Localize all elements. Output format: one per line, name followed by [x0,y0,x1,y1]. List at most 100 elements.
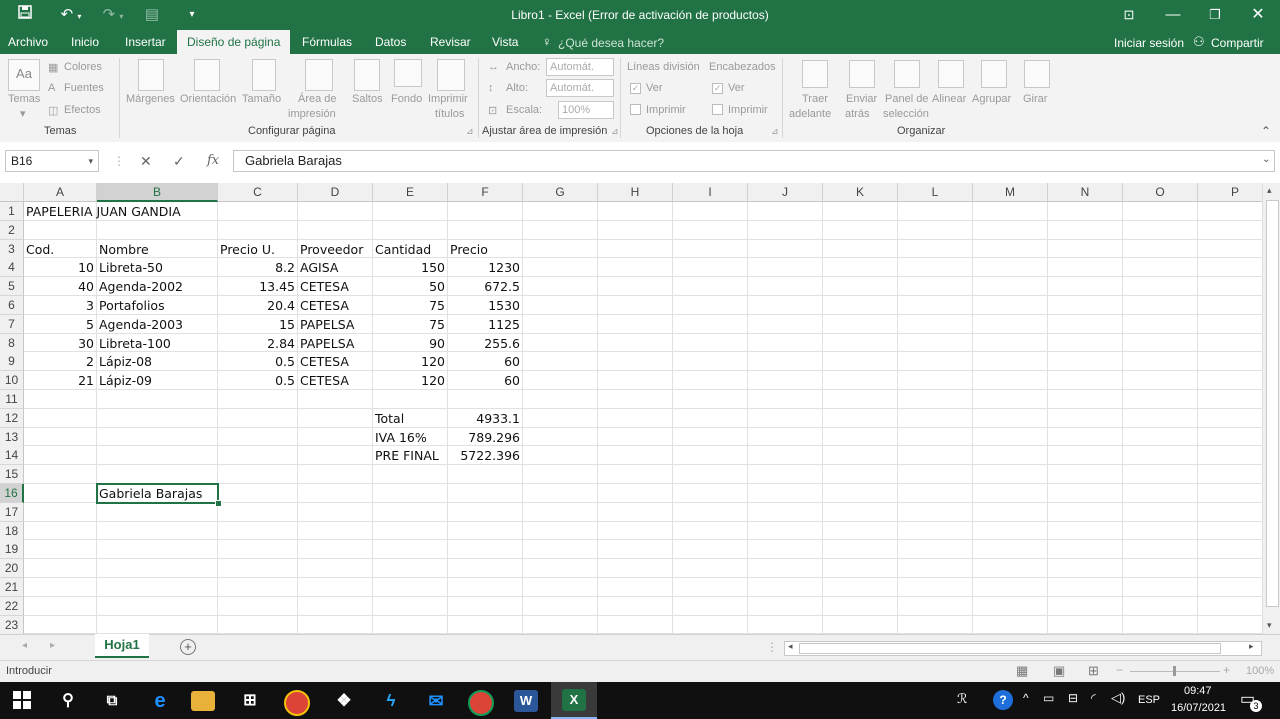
column-header-c[interactable]: C [218,183,298,202]
column-header-h[interactable]: H [598,183,673,202]
name-box[interactable]: B16 ▾ [5,150,99,172]
battery-icon[interactable]: ▭ [1043,691,1054,705]
themes-icon[interactable]: Aa [8,59,40,91]
zoom-slider-thumb[interactable] [1173,666,1176,676]
row-header-23[interactable]: 23 [0,615,24,634]
sign-in-link[interactable]: Iniciar sesión [1114,36,1184,50]
scale-stepper[interactable]: 100% [558,101,614,119]
cell-d9[interactable]: CETESA [300,352,370,371]
background-icon[interactable] [394,59,422,87]
column-header-d[interactable]: D [298,183,373,202]
cell-c10[interactable]: 0.5 [220,371,295,390]
cell-a4[interactable]: 10 [26,258,94,277]
cell-a10[interactable]: 21 [26,371,94,390]
gridlines-print-checkbox[interactable] [630,104,641,115]
app-icon[interactable]: ϟ [377,687,405,715]
cell-a9[interactable]: 2 [26,352,94,371]
bring-forward-icon[interactable] [802,60,828,88]
width-select[interactable]: Automát. [546,58,614,76]
zoom-in-icon[interactable]: + [1223,663,1230,677]
close-icon[interactable]: ✕ [1246,4,1270,26]
sheet-tab-hoja1[interactable]: Hoja1 [95,634,149,658]
restore-icon[interactable]: ❐ [1204,4,1226,26]
row-header-3[interactable]: 3 [0,239,24,259]
scroll-left-icon[interactable]: ◂ [788,641,793,652]
zoom-out-icon[interactable]: − [1116,663,1123,677]
cell-b7[interactable]: Agenda-2003 [99,315,215,334]
cell-b8[interactable]: Libreta-100 [99,334,215,353]
excel-icon[interactable]: X [562,689,586,711]
saltos-button[interactable]: Saltos [352,93,383,105]
minimize-icon[interactable]: — [1162,4,1184,26]
rotate-icon[interactable] [1024,60,1050,88]
tab-archivo[interactable]: Archivo [0,30,58,54]
cell-c8[interactable]: 2.84 [220,334,295,353]
prev-sheet-icon[interactable]: ◂ [22,640,27,651]
column-header-l[interactable]: L [898,183,973,202]
enviar-label-1[interactable]: Enviar [846,93,877,105]
tamano-button[interactable]: Tamaño [242,93,281,105]
chrome-profile-icon[interactable] [468,690,494,716]
cell-f3[interactable]: Precio [450,240,520,259]
row-header-11[interactable]: 11 [0,390,24,409]
cell-c5[interactable]: 13.45 [220,277,295,296]
cell-f8[interactable]: 255.6 [450,334,520,353]
language-indicator[interactable]: ESP [1138,694,1160,706]
windows-start-icon[interactable] [13,691,31,712]
margenes-button[interactable]: Márgenes [126,93,175,105]
cell-e4[interactable]: 150 [375,258,445,277]
area-impresion-label-2[interactable]: impresión [288,108,336,120]
margins-icon[interactable] [138,59,164,91]
row-header-7[interactable]: 7 [0,314,24,334]
fill-handle[interactable] [215,499,222,507]
ribbon-display-icon[interactable]: ⊡ [1118,4,1140,26]
chrome-icon[interactable] [284,690,310,716]
cell-b4[interactable]: Libreta-50 [99,258,215,277]
scroll-up-icon[interactable]: ▴ [1267,185,1272,196]
dialog-launcher-icon[interactable]: ⊿ [466,126,474,137]
cell-f5[interactable]: 672.5 [450,277,520,296]
cell-e5[interactable]: 50 [375,277,445,296]
row-header-14[interactable]: 14 [0,446,24,466]
dialog-launcher-icon[interactable]: ⊿ [611,126,619,137]
selection-pane-icon[interactable] [894,60,920,88]
row-header-6[interactable]: 6 [0,296,24,315]
cell-a5[interactable]: 40 [26,277,94,296]
tab-formulas[interactable]: Fórmulas [292,30,362,54]
print-area-icon[interactable] [305,59,333,91]
row-header-17[interactable]: 17 [0,502,24,522]
cell-b6[interactable]: Portafolios [99,296,215,315]
traer-label-2[interactable]: adelante [789,108,831,120]
help-icon[interactable]: ? [993,690,1013,710]
panel-label-1[interactable]: Panel de [885,93,928,105]
cell-e13[interactable]: IVA 16% [375,428,445,447]
cell-b9[interactable]: Lápiz-08 [99,352,215,371]
column-header-j[interactable]: J [748,183,823,202]
tab-insertar[interactable]: Insertar [115,30,176,54]
column-header-p[interactable]: P [1198,183,1262,202]
cell-f9[interactable]: 60 [450,352,520,371]
row-header-12[interactable]: 12 [0,408,24,428]
cell-f13[interactable]: 789.296 [450,428,520,447]
horizontal-scrollbar[interactable]: ◂ ▸ [784,641,1262,656]
excel-taskbar-item[interactable]: X [551,682,597,719]
cell-f10[interactable]: 60 [450,371,520,390]
cell-d6[interactable]: CETESA [300,296,370,315]
dialog-launcher-icon[interactable]: ⊿ [771,126,779,137]
cell-e14[interactable]: PRE FINAL [375,446,445,465]
tell-me-input[interactable]: ¿Qué desea hacer? [558,36,664,50]
cell-c6[interactable]: 20.4 [220,296,295,315]
column-header-e[interactable]: E [373,183,448,202]
search-icon[interactable]: ⚲ [54,687,82,715]
headings-view-checkbox[interactable]: ✓ [712,83,723,94]
area-impresion-label-1[interactable]: Área de [298,93,337,105]
agrupar-button[interactable]: Agrupar [972,93,1011,105]
cell-a7[interactable]: 5 [26,315,94,334]
row-header-13[interactable]: 13 [0,427,24,447]
size-icon[interactable] [252,59,276,91]
cell-d4[interactable]: AGISA [300,258,370,277]
next-sheet-icon[interactable]: ▸ [50,640,55,651]
column-header-b[interactable]: B [97,183,218,202]
volume-icon[interactable]: ◁) [1111,690,1125,706]
column-header-a[interactable]: A [24,183,97,202]
